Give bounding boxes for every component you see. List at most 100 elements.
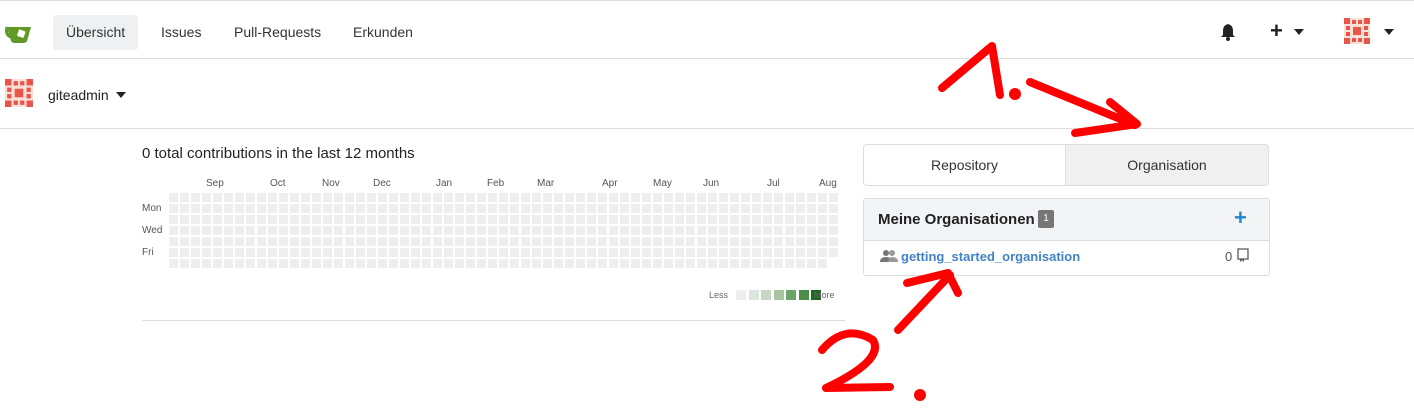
heatmap-day-cell[interactable] — [455, 248, 464, 257]
tab-organisation[interactable]: Organisation — [1066, 145, 1268, 185]
heatmap-day-cell[interactable] — [708, 237, 717, 246]
heatmap-day-cell[interactable] — [268, 259, 277, 268]
heatmap-day-cell[interactable] — [466, 259, 475, 268]
heatmap-day-cell[interactable] — [664, 259, 673, 268]
heatmap-day-cell[interactable] — [411, 215, 420, 224]
heatmap-day-cell[interactable] — [598, 193, 607, 202]
heatmap-day-cell[interactable] — [686, 226, 695, 235]
heatmap-day-cell[interactable] — [213, 193, 222, 202]
heatmap-day-cell[interactable] — [356, 193, 365, 202]
heatmap-day-cell[interactable] — [213, 237, 222, 246]
heatmap-day-cell[interactable] — [719, 248, 728, 257]
heatmap-day-cell[interactable] — [609, 204, 618, 213]
heatmap-day-cell[interactable] — [444, 204, 453, 213]
heatmap-day-cell[interactable] — [367, 215, 376, 224]
bell-icon[interactable] — [1219, 23, 1237, 41]
heatmap-day-cell[interactable] — [807, 204, 816, 213]
heatmap-day-cell[interactable] — [631, 226, 640, 235]
heatmap-day-cell[interactable] — [224, 226, 233, 235]
heatmap-day-cell[interactable] — [268, 204, 277, 213]
heatmap-day-cell[interactable] — [807, 215, 816, 224]
heatmap-day-cell[interactable] — [169, 215, 178, 224]
heatmap-day-cell[interactable] — [631, 215, 640, 224]
heatmap-day-cell[interactable] — [653, 226, 662, 235]
heatmap-day-cell[interactable] — [345, 248, 354, 257]
heatmap-day-cell[interactable] — [675, 193, 684, 202]
heatmap-day-cell[interactable] — [532, 193, 541, 202]
heatmap-day-cell[interactable] — [257, 215, 266, 224]
heatmap-day-cell[interactable] — [169, 248, 178, 257]
heatmap-day-cell[interactable] — [268, 226, 277, 235]
heatmap-day-cell[interactable] — [279, 193, 288, 202]
heatmap-day-cell[interactable] — [213, 226, 222, 235]
context-user-name[interactable]: giteadmin — [48, 87, 109, 103]
heatmap-day-cell[interactable] — [620, 259, 629, 268]
heatmap-day-cell[interactable] — [829, 215, 838, 224]
heatmap-day-cell[interactable] — [686, 193, 695, 202]
heatmap-day-cell[interactable] — [334, 215, 343, 224]
heatmap-day-cell[interactable] — [433, 226, 442, 235]
heatmap-day-cell[interactable] — [213, 215, 222, 224]
heatmap-day-cell[interactable] — [785, 204, 794, 213]
heatmap-day-cell[interactable] — [609, 215, 618, 224]
heatmap-day-cell[interactable] — [543, 248, 552, 257]
heatmap-day-cell[interactable] — [477, 215, 486, 224]
heatmap-day-cell[interactable] — [730, 204, 739, 213]
heatmap-day-cell[interactable] — [554, 204, 563, 213]
heatmap-day-cell[interactable] — [224, 248, 233, 257]
heatmap-day-cell[interactable] — [488, 215, 497, 224]
heatmap-day-cell[interactable] — [301, 193, 310, 202]
heatmap-day-cell[interactable] — [587, 237, 596, 246]
user-avatar-menu[interactable] — [1344, 18, 1404, 46]
heatmap-day-cell[interactable] — [356, 248, 365, 257]
heatmap-day-cell[interactable] — [323, 215, 332, 224]
heatmap-day-cell[interactable] — [411, 259, 420, 268]
heatmap-day-cell[interactable] — [345, 259, 354, 268]
heatmap-day-cell[interactable] — [279, 215, 288, 224]
heatmap-day-cell[interactable] — [653, 204, 662, 213]
heatmap-day-cell[interactable] — [345, 204, 354, 213]
heatmap-day-cell[interactable] — [389, 259, 398, 268]
heatmap-day-cell[interactable] — [818, 237, 827, 246]
heatmap-day-cell[interactable] — [818, 259, 827, 268]
heatmap-day-cell[interactable] — [620, 248, 629, 257]
heatmap-day-cell[interactable] — [499, 226, 508, 235]
heatmap-day-cell[interactable] — [466, 204, 475, 213]
heatmap-day-cell[interactable] — [631, 193, 640, 202]
heatmap-day-cell[interactable] — [730, 237, 739, 246]
heatmap-day-cell[interactable] — [499, 204, 508, 213]
heatmap-day-cell[interactable] — [620, 215, 629, 224]
heatmap-day-cell[interactable] — [345, 226, 354, 235]
heatmap-day-cell[interactable] — [686, 204, 695, 213]
heatmap-day-cell[interactable] — [312, 248, 321, 257]
heatmap-day-cell[interactable] — [301, 237, 310, 246]
heatmap-day-cell[interactable] — [587, 193, 596, 202]
heatmap-day-cell[interactable] — [224, 259, 233, 268]
heatmap-day-cell[interactable] — [356, 215, 365, 224]
heatmap-day-cell[interactable] — [268, 215, 277, 224]
heatmap-day-cell[interactable] — [554, 215, 563, 224]
heatmap-day-cell[interactable] — [752, 204, 761, 213]
heatmap-day-cell[interactable] — [829, 237, 838, 246]
heatmap-day-cell[interactable] — [697, 259, 706, 268]
heatmap-day-cell[interactable] — [730, 193, 739, 202]
heatmap-day-cell[interactable] — [334, 259, 343, 268]
heatmap-day-cell[interactable] — [422, 259, 431, 268]
heatmap-day-cell[interactable] — [235, 237, 244, 246]
heatmap-day-cell[interactable] — [565, 248, 574, 257]
heatmap-day-cell[interactable] — [609, 248, 618, 257]
heatmap-day-cell[interactable] — [510, 259, 519, 268]
heatmap-day-cell[interactable] — [785, 193, 794, 202]
nav-pull-requests[interactable]: Pull-Requests — [221, 15, 334, 50]
heatmap-day-cell[interactable] — [411, 248, 420, 257]
heatmap-day-cell[interactable] — [642, 248, 651, 257]
heatmap-day-cell[interactable] — [598, 226, 607, 235]
heatmap-day-cell[interactable] — [609, 226, 618, 235]
heatmap-day-cell[interactable] — [576, 226, 585, 235]
heatmap-day-cell[interactable] — [488, 193, 497, 202]
heatmap-day-cell[interactable] — [323, 259, 332, 268]
heatmap-day-cell[interactable] — [719, 204, 728, 213]
heatmap-day-cell[interactable] — [301, 259, 310, 268]
heatmap-day-cell[interactable] — [378, 237, 387, 246]
heatmap-day-cell[interactable] — [818, 248, 827, 257]
